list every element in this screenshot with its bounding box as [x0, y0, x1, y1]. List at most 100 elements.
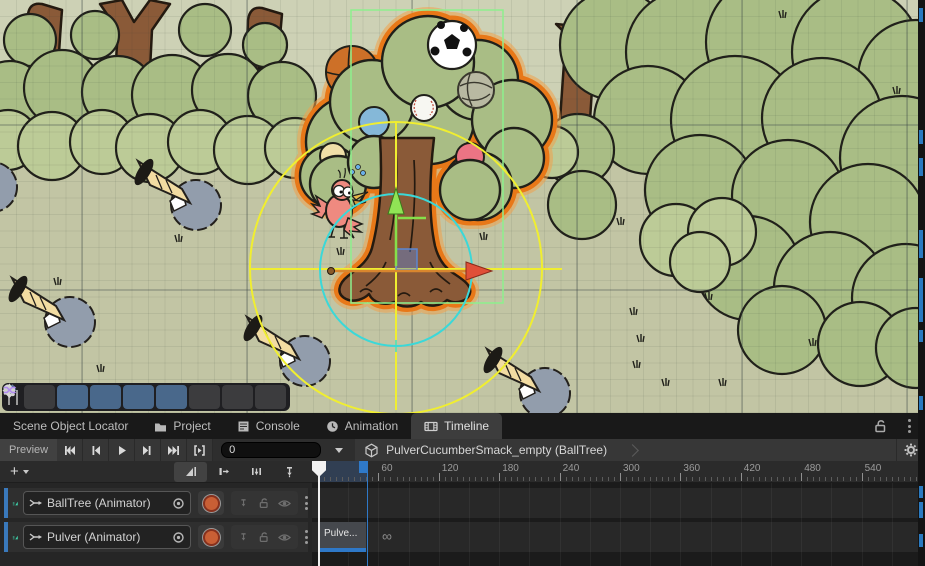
preview-toggle-button[interactable]: Preview — [0, 439, 57, 461]
ruler-tick — [554, 477, 555, 481]
lane-gridline — [801, 483, 802, 566]
kebab-menu-icon[interactable] — [908, 419, 911, 433]
infinite-loop-icon: ∞ — [382, 522, 392, 552]
breadcrumb-chevron-icon — [626, 444, 639, 457]
ruler-tick — [801, 473, 802, 481]
add-track-caret-icon — [23, 470, 29, 474]
lane-gridline — [831, 483, 832, 566]
add-track-button[interactable]: + — [0, 463, 33, 480]
ruler-tick — [717, 477, 718, 481]
ruler-tick — [336, 477, 337, 481]
ruler-tick — [505, 477, 506, 481]
camera-tool-button[interactable] — [222, 385, 253, 409]
breadcrumb[interactable]: PulverCucumberSmack_empty (BallTree) — [355, 439, 925, 461]
move-tool-button[interactable] — [24, 385, 55, 409]
shuffle-tool-button[interactable] — [255, 385, 286, 409]
curves-view-button[interactable] — [174, 462, 207, 482]
track-row-balltree[interactable]: BallTree (Animator) — [4, 488, 308, 518]
ruler-tick — [384, 477, 385, 481]
ruler-tick — [771, 477, 772, 481]
ruler-tick — [517, 477, 518, 481]
lock-icon[interactable] — [258, 531, 269, 543]
lane-pulver[interactable] — [312, 522, 918, 552]
ruler-tick — [427, 477, 428, 481]
next-frame-button[interactable] — [135, 439, 161, 461]
lane-balltree[interactable] — [312, 488, 918, 518]
ruler-tick — [765, 477, 766, 481]
frame-number-field[interactable] — [221, 442, 321, 458]
ruler-tick — [759, 477, 760, 481]
track-accent-bar — [4, 488, 8, 518]
target-picker-icon[interactable] — [172, 531, 185, 544]
track-menu-icon[interactable] — [305, 530, 308, 544]
track-name-box[interactable]: Pulver (Animator) — [23, 525, 191, 549]
skip-to-end-button[interactable] — [161, 439, 187, 461]
play-button[interactable] — [109, 439, 135, 461]
record-button[interactable] — [198, 491, 224, 515]
lock-icon[interactable] — [258, 497, 269, 509]
ruler-tick — [777, 477, 778, 481]
target-picker-icon[interactable] — [172, 497, 185, 510]
ruler-tick — [572, 477, 573, 481]
ruler-tick — [874, 477, 875, 481]
frame-dropdown-caret[interactable] — [335, 448, 343, 453]
ruler-tick — [656, 477, 657, 481]
track-menu-icon[interactable] — [305, 496, 308, 510]
moon-tool-button[interactable] — [123, 385, 154, 409]
follow-playhead-button[interactable] — [207, 462, 240, 482]
tab-console[interactable]: Console — [224, 413, 313, 439]
track-name-box[interactable]: BallTree (Animator) — [23, 491, 191, 515]
ruler-tick — [825, 477, 826, 481]
skip-to-start-button[interactable] — [57, 439, 83, 461]
ruler-tick — [541, 477, 542, 481]
ruler-label: 300 — [623, 463, 640, 474]
timeline-lanes[interactable]: Pulve... ∞ — [312, 483, 918, 566]
hatch-tool-button[interactable] — [90, 385, 121, 409]
ruler-tick — [862, 473, 863, 481]
ruler-tick — [662, 477, 663, 481]
animation-clip[interactable]: Pulve... — [320, 522, 366, 552]
tab-timeline[interactable]: Timeline — [411, 413, 502, 439]
lane-gridline — [741, 483, 742, 566]
animation-track-icon — [12, 530, 19, 545]
ruler-tick — [880, 477, 881, 481]
timeline-ruler[interactable]: 60120180240300360420480540 — [312, 461, 918, 483]
ruler-label: 60 — [381, 463, 392, 474]
play-range-button[interactable] — [187, 439, 213, 461]
unlock-icon[interactable] — [873, 419, 887, 433]
track-row-pulver[interactable]: Pulver (Animator) — [4, 522, 308, 552]
ruler-tick — [487, 477, 488, 481]
right-scroll-strip[interactable] — [918, 0, 925, 566]
ruler-tick — [795, 477, 796, 481]
pin-button[interactable] — [273, 462, 306, 482]
lane-gridline — [469, 483, 470, 566]
ruler-tick — [529, 477, 530, 481]
ruler-tick — [445, 477, 446, 481]
ruler-tick — [523, 477, 524, 481]
tab-project[interactable]: Project — [141, 413, 223, 439]
pin-icon[interactable] — [238, 497, 249, 509]
lane-gridline — [590, 483, 591, 566]
insert-frame-button[interactable] — [240, 462, 273, 482]
previous-frame-button[interactable] — [83, 439, 109, 461]
mixer-tool-button[interactable] — [57, 385, 88, 409]
ruler-tick — [584, 477, 585, 481]
pin-icon[interactable] — [238, 531, 249, 543]
arrow-tail-icon — [29, 497, 43, 509]
search-tool-button[interactable] — [189, 385, 220, 409]
lane-gridline — [529, 483, 530, 566]
ruler-tick — [614, 477, 615, 481]
record-button[interactable] — [198, 525, 224, 549]
ruler-label: 480 — [804, 463, 821, 474]
ruler-tick — [868, 477, 869, 481]
ruler-tick — [723, 477, 724, 481]
layers-tool-button[interactable] — [156, 385, 187, 409]
tab-scene-object-locator[interactable]: Scene Object Locator — [0, 413, 141, 439]
ruler-tick — [360, 477, 361, 481]
lane-gridline — [378, 483, 379, 566]
eye-icon[interactable] — [278, 498, 291, 509]
ruler-tick — [668, 477, 669, 481]
eye-icon[interactable] — [278, 532, 291, 543]
tab-animation[interactable]: Animation — [313, 413, 411, 439]
scene-viewport[interactable] — [0, 0, 925, 413]
